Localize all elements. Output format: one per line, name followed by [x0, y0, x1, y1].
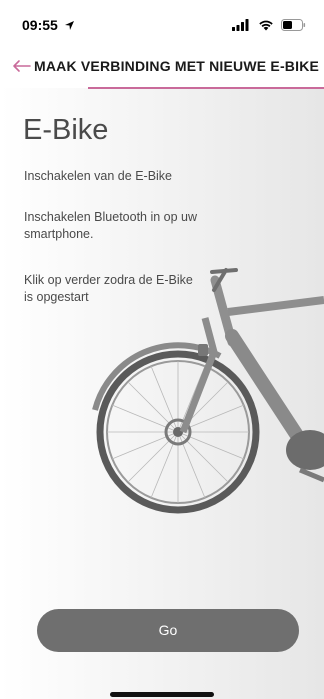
section-heading: E-Bike	[23, 114, 109, 146]
page-title: MAAK VERBINDING MET NIEUWE E-BIKE	[34, 58, 320, 74]
front-fork	[179, 317, 218, 434]
status-time: 09:55	[22, 17, 75, 33]
instruction-text-2: Inschakelen Bluetooth in op uw smartphon…	[24, 210, 198, 241]
battery-icon	[281, 19, 306, 31]
home-indicator	[110, 692, 214, 697]
status-icons	[232, 18, 306, 36]
front-wheel	[96, 350, 260, 514]
chainstay	[299, 467, 324, 483]
navigation-bar: MAAK VERBINDING MET NIEUWE E-BIKE	[0, 44, 324, 88]
signal-icon	[232, 19, 249, 31]
back-arrow-icon	[13, 60, 31, 72]
back-button[interactable]	[10, 54, 34, 78]
location-arrow-icon	[64, 21, 74, 30]
top-tube	[227, 296, 324, 316]
status-bar: 09:55	[0, 0, 324, 44]
instruction-text-1: Inschakelen van de E-Bike	[24, 169, 173, 183]
title-underline	[88, 87, 324, 89]
go-button[interactable]: Go	[37, 609, 299, 652]
status-time-text: 09:55	[22, 17, 58, 33]
wifi-icon	[258, 20, 273, 31]
headlight	[198, 344, 208, 356]
ebike-image	[92, 268, 324, 514]
